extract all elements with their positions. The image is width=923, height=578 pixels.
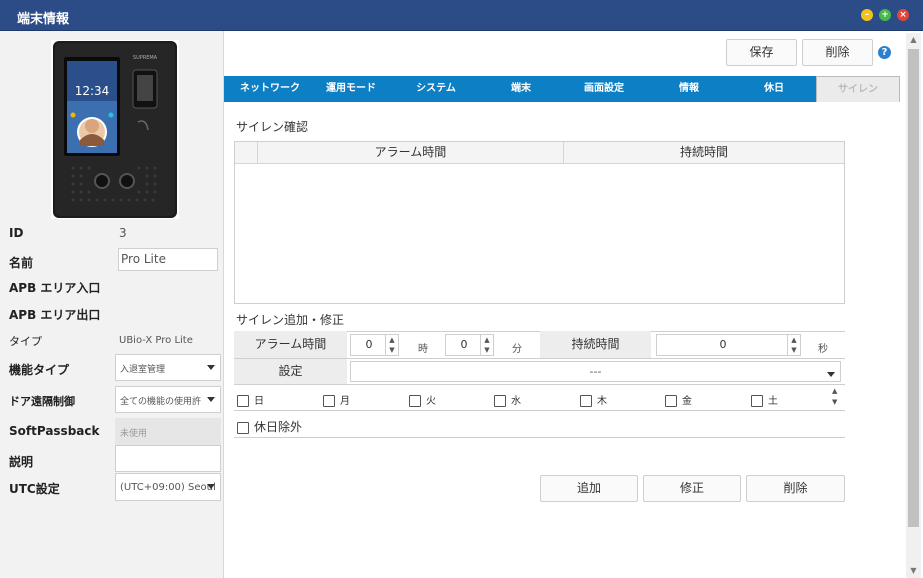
desc-label: 説明 xyxy=(9,455,34,469)
utc-label: UTC設定 xyxy=(9,482,60,496)
tab-holiday[interactable]: 休日 xyxy=(739,76,809,102)
day-mon-checkbox[interactable]: 月 xyxy=(323,392,350,407)
duration-spinner-icon[interactable]: ▲ ▼ xyxy=(787,335,800,355)
name-label: 名前 xyxy=(9,256,34,270)
tab-system[interactable]: システム xyxy=(396,76,476,102)
maximize-icon[interactable]: + xyxy=(879,9,891,21)
help-icon[interactable]: ? xyxy=(878,46,891,59)
checkbox-icon[interactable] xyxy=(409,395,421,407)
day-wed-checkbox[interactable]: 水 xyxy=(494,392,521,407)
day-fri-checkbox[interactable]: 金 xyxy=(665,392,692,407)
tab-display[interactable]: 画面設定 xyxy=(566,76,642,102)
hour-unit: 時 xyxy=(418,344,428,355)
softpass-value: 未使用 xyxy=(115,418,221,445)
minute-spinner-icon[interactable]: ▲ ▼ xyxy=(480,335,493,355)
day-wed-label: 水 xyxy=(511,396,521,407)
minute-value: 0 xyxy=(460,338,468,351)
tab-siren[interactable]: サイレン xyxy=(816,76,900,102)
utc-select[interactable]: (UTC+09:00) Seoul xyxy=(115,473,221,501)
siren-confirm-title: サイレン確認 xyxy=(236,120,309,134)
table-select-column[interactable] xyxy=(235,142,258,163)
scroll-up-icon[interactable]: ▲ xyxy=(906,33,921,47)
days-scroll-icon[interactable]: ▲ ▼ xyxy=(832,386,837,408)
siren-table: アラーム時間 持続時間 xyxy=(234,141,845,304)
hour-value: 0 xyxy=(365,338,373,351)
day-sat-label: 土 xyxy=(768,396,778,407)
divider xyxy=(234,437,845,438)
checkbox-icon[interactable] xyxy=(751,395,763,407)
vertical-scrollbar[interactable]: ▲ ▼ xyxy=(906,33,921,578)
day-sat-checkbox[interactable]: 土 xyxy=(751,392,778,407)
apb-out-label: APB エリア出口 xyxy=(9,308,101,322)
desc-input[interactable] xyxy=(115,445,221,472)
delete-button[interactable]: 削除 xyxy=(802,39,873,66)
checkbox-icon[interactable] xyxy=(580,395,592,407)
tab-network[interactable]: ネットワーク xyxy=(224,76,316,102)
exclude-holiday-label: 休日除外 xyxy=(254,420,303,434)
checkbox-icon[interactable] xyxy=(237,395,249,407)
duration-label: 持続時間 xyxy=(540,331,651,358)
setting-select[interactable]: --- xyxy=(350,361,841,382)
checkbox-icon[interactable] xyxy=(237,421,249,434)
siren-table-header: アラーム時間 持続時間 xyxy=(235,142,844,164)
func-type-label: 機能タイプ xyxy=(9,363,70,377)
divider xyxy=(234,384,845,385)
close-icon[interactable]: × xyxy=(897,9,909,21)
tab-device[interactable]: 端末 xyxy=(486,76,556,102)
duration-input[interactable]: 0 ▲ ▼ xyxy=(656,334,801,356)
device-info-panel: 12:34 SUPREMA ID 3 名前 Pro Lite APB エリア入口… xyxy=(0,31,224,578)
duration-column[interactable]: 持続時間 xyxy=(564,142,844,163)
day-thu-checkbox[interactable]: 木 xyxy=(580,392,607,407)
day-mon-label: 月 xyxy=(340,396,350,407)
day-tue-checkbox[interactable]: 火 xyxy=(409,392,436,407)
checkbox-icon[interactable] xyxy=(323,395,335,407)
softpass-label: SoftPassback xyxy=(9,424,100,438)
exclude-holiday-checkbox[interactable]: 休日除外 xyxy=(237,418,302,435)
alarm-time-label: アラーム時間 xyxy=(234,331,347,358)
device-brand: SUPREMA xyxy=(133,55,158,61)
modify-button[interactable]: 修正 xyxy=(643,475,741,502)
tab-operation-mode[interactable]: 運用モード xyxy=(316,76,386,102)
scroll-down-icon[interactable]: ▼ xyxy=(906,564,921,578)
window-title: 端末情報 xyxy=(17,12,70,27)
duration-value: 0 xyxy=(719,338,727,351)
type-label: タイプ xyxy=(9,335,42,348)
tab-info[interactable]: 情報 xyxy=(654,76,724,102)
func-type-select[interactable]: 入退室管理 xyxy=(115,354,221,381)
day-fri-label: 金 xyxy=(682,396,692,407)
save-button[interactable]: 保存 xyxy=(726,39,797,66)
device-image: 12:34 SUPREMA xyxy=(51,40,179,219)
siren-edit-title: サイレン追加・修正 xyxy=(236,313,345,327)
scrollbar-thumb[interactable] xyxy=(908,49,919,527)
door-select[interactable]: 全ての機能の使用許 xyxy=(115,386,221,413)
hour-input[interactable]: 0 ▲ ▼ xyxy=(350,334,399,356)
hour-spinner-icon[interactable]: ▲ ▼ xyxy=(385,335,398,355)
device-clock: 12:34 xyxy=(75,84,110,98)
name-input[interactable]: Pro Lite xyxy=(118,248,218,271)
checkbox-icon[interactable] xyxy=(494,395,506,407)
id-label: ID xyxy=(9,226,24,240)
minute-unit: 分 xyxy=(512,344,522,355)
id-value: 3 xyxy=(119,226,127,240)
type-value: UBio-X Pro Lite xyxy=(119,335,193,346)
tab-bar: ネットワーク 運用モード システム 端末 画面設定 情報 休日 サイレン xyxy=(224,76,900,102)
checkbox-icon[interactable] xyxy=(665,395,677,407)
divider xyxy=(234,410,845,411)
day-sun-checkbox[interactable]: 日 xyxy=(237,392,264,407)
day-tue-label: 火 xyxy=(426,396,436,407)
delete-siren-button[interactable]: 削除 xyxy=(746,475,845,502)
alarm-time-column[interactable]: アラーム時間 xyxy=(258,142,564,163)
door-label: ドア遠隔制御 xyxy=(9,395,75,408)
apb-in-label: APB エリア入口 xyxy=(9,281,101,295)
minimize-icon[interactable]: – xyxy=(861,9,873,21)
day-sun-label: 日 xyxy=(254,396,264,407)
day-thu-label: 木 xyxy=(597,396,607,407)
duration-unit: 秒 xyxy=(818,344,828,355)
add-button[interactable]: 追加 xyxy=(540,475,638,502)
setting-label: 設定 xyxy=(234,359,347,384)
minute-input[interactable]: 0 ▲ ▼ xyxy=(445,334,494,356)
window-titlebar: 端末情報 – + × xyxy=(0,0,923,31)
